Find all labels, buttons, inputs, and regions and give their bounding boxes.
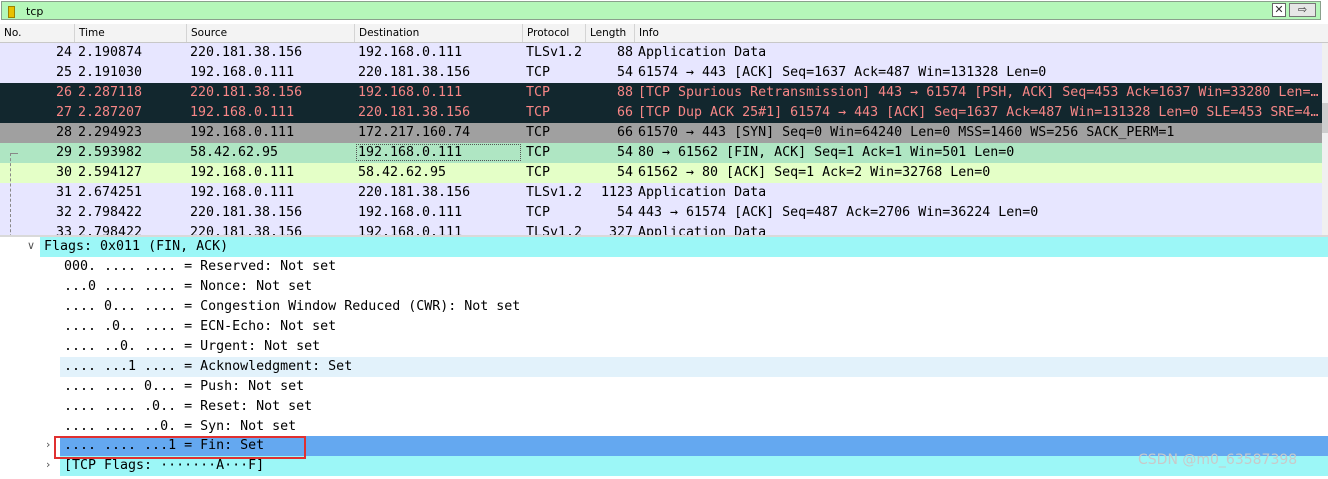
- expand-fin-icon[interactable]: ›: [46, 438, 50, 451]
- packet-row[interactable]: 30 2.594127 192.168.0.111 58.42.62.95 TCP 5…: [0, 163, 1322, 183]
- focused-cell: [356, 144, 521, 161]
- column-no[interactable]: No.: [4, 27, 21, 39]
- tree-item-flag[interactable]: .... .... .0.. = Reset: Not set: [60, 397, 660, 417]
- display-filter-input[interactable]: tcp: [1, 1, 1321, 20]
- packet-row[interactable]: 31 2.674251 192.168.0.111 220.181.38.156 T…: [0, 183, 1322, 203]
- tree-item-flag[interactable]: .... ..0. .... = Urgent: Not set: [60, 337, 660, 357]
- tree-item-flag[interactable]: .... .... ..0. = Syn: Not set: [60, 417, 660, 437]
- column-length[interactable]: Length: [590, 27, 626, 39]
- clear-filter-icon[interactable]: ✕: [1272, 3, 1286, 17]
- display-filter-bar: tcp ✕ ⇨: [0, 0, 1328, 22]
- column-source[interactable]: Source: [191, 27, 227, 39]
- tree-item-flag-ack[interactable]: .... ...1 .... = Acknowledgment: Set: [60, 357, 1328, 377]
- related-packet-line: [10, 153, 12, 235]
- highlight-box: [54, 436, 306, 459]
- column-time[interactable]: Time: [79, 27, 105, 39]
- packet-list[interactable]: 24 2.190874 220.181.38.156 192.168.0.111 T…: [0, 43, 1322, 235]
- packet-list-scrollbar[interactable]: [1322, 43, 1328, 235]
- packet-row[interactable]: 33 2.798422 220.181.38.156 192.168.0.111 T…: [0, 223, 1322, 235]
- tree-item-flag[interactable]: .... 0... .... = Congestion Window Reduc…: [60, 297, 660, 317]
- tree-item-flag[interactable]: .... .... 0... = Push: Not set: [60, 377, 660, 397]
- filter-text[interactable]: tcp: [26, 5, 43, 18]
- watermark: CSDN @m0_63587398: [1138, 452, 1298, 468]
- tree-item-flags[interactable]: Flags: 0x011 (FIN, ACK): [40, 237, 1328, 257]
- bookmark-icon[interactable]: [8, 6, 15, 18]
- tree-item-flag[interactable]: .... .0.. .... = ECN-Echo: Not set: [60, 317, 660, 337]
- packet-row[interactable]: 32 2.798422 220.181.38.156 192.168.0.111 T…: [0, 203, 1322, 223]
- column-protocol[interactable]: Protocol: [527, 27, 569, 39]
- packet-row[interactable]: 28 2.294923 192.168.0.111 172.217.160.74 T…: [0, 123, 1322, 143]
- apply-filter-icon[interactable]: ⇨: [1289, 3, 1316, 17]
- expand-tcp-flags-icon[interactable]: ›: [46, 458, 50, 471]
- tree-item-flag[interactable]: ...0 .... .... = Nonce: Not set: [60, 277, 660, 297]
- packet-row[interactable]: 25 2.191030 192.168.0.111 220.181.38.156 T…: [0, 63, 1322, 83]
- packet-row[interactable]: 27 2.287207 192.168.0.111 220.181.38.156 T…: [0, 103, 1322, 123]
- packet-row-selected[interactable]: 29 2.593982 58.42.62.95 192.168.0.111 TCP 5…: [0, 143, 1322, 163]
- packet-list-header: No. Time Source Destination Protocol Len…: [0, 24, 1328, 43]
- tree-item-flag[interactable]: 000. .... .... = Reserved: Not set: [60, 257, 660, 277]
- expand-flags-icon[interactable]: ∨: [27, 239, 35, 252]
- packet-row[interactable]: 24 2.190874 220.181.38.156 192.168.0.111 T…: [0, 43, 1322, 63]
- column-destination[interactable]: Destination: [359, 27, 419, 39]
- column-info[interactable]: Info: [639, 27, 659, 39]
- packet-row[interactable]: 26 2.287118 220.181.38.156 192.168.0.111 T…: [0, 83, 1322, 103]
